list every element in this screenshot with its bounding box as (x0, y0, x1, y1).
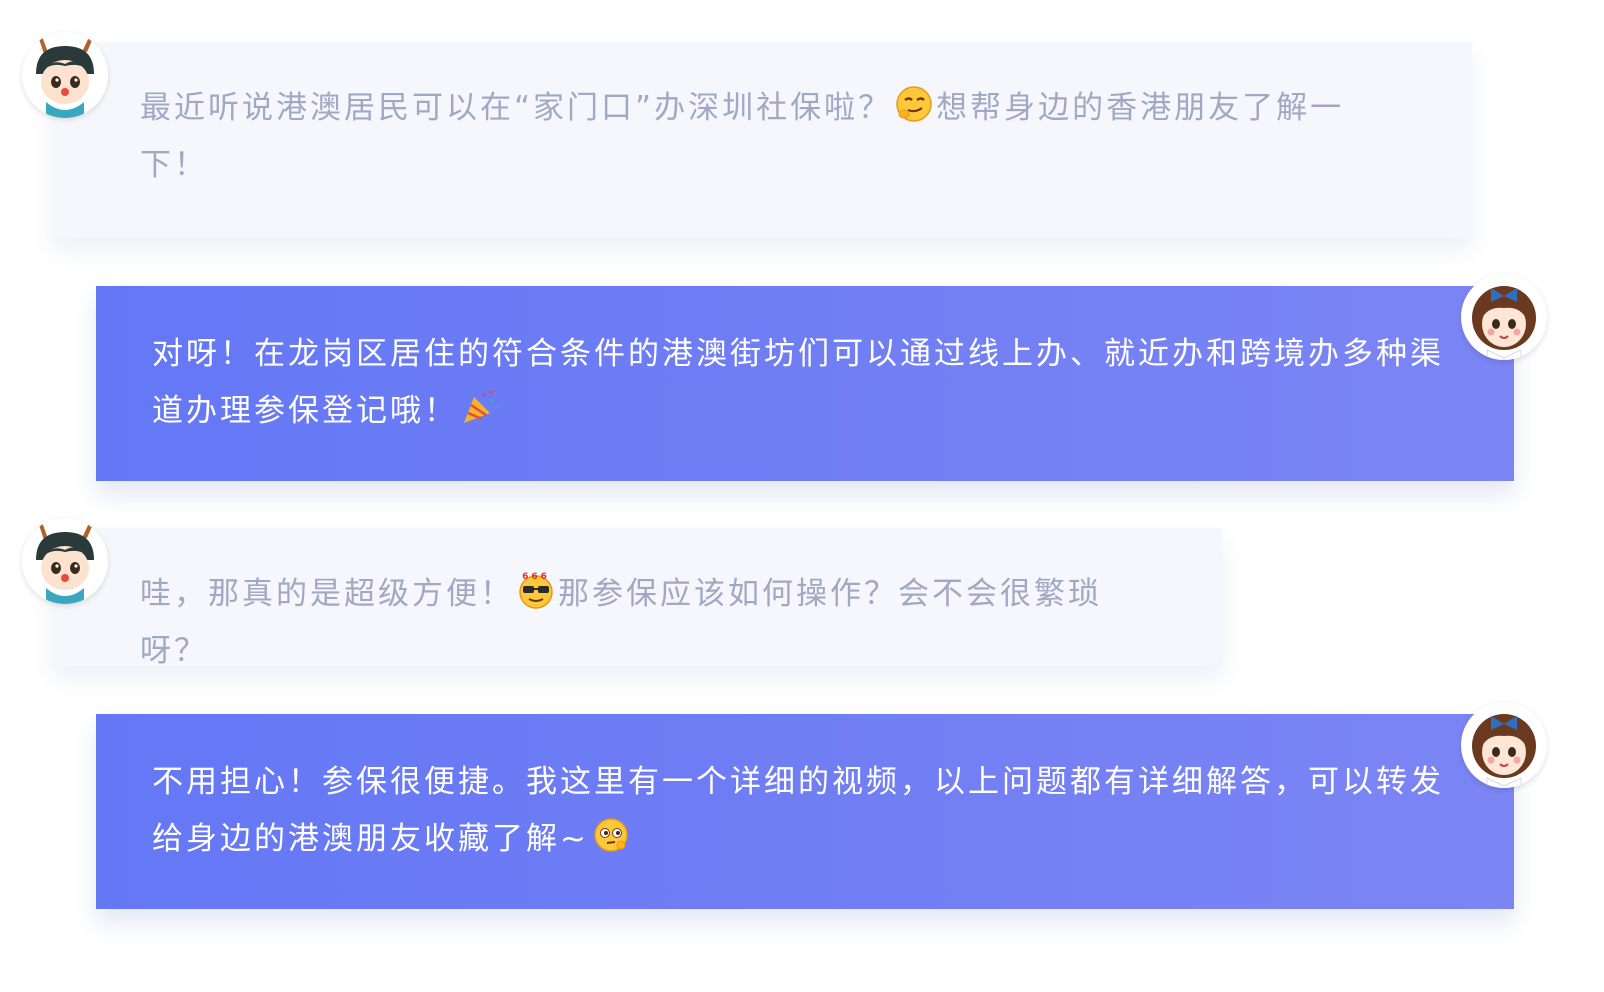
sunglasses-666-emoji-icon (516, 570, 556, 610)
message-bubble-left-2: 哇，那真的是超级方便！ 那参保应该如何操作？会不会很繁琐呀？ (52, 528, 1222, 669)
party-popper-emoji-icon (460, 387, 500, 427)
thinking-face-emoji-icon (591, 815, 631, 855)
message-bubble-right-1: 对呀！在龙岗区居住的符合条件的港澳街坊们可以通过线上办、就近办和跨境办多种渠道办… (96, 286, 1514, 481)
message-text: 不用担心！参保很便捷。我这里有一个详细的视频，以上问题都有详细解答，可以转发给身… (152, 764, 1444, 857)
message-bubble-right-2: 不用担心！参保很便捷。我这里有一个详细的视频，以上问题都有详细解答，可以转发给身… (96, 714, 1514, 909)
message-text: 对呀！在龙岗区居住的符合条件的港澳街坊们可以通过线上办、就近办和跨境办多种渠道办… (152, 336, 1444, 429)
girl-bow-avatar-icon (1461, 702, 1547, 788)
girl-bow-avatar-icon (1461, 274, 1547, 360)
message-text: 哇，那真的是超级方便！ (140, 576, 514, 612)
deer-boy-avatar-icon (22, 32, 108, 118)
message-bubble-left-1: 最近听说港澳居民可以在“家门口”办深圳社保啦？ 想帮身边的香港朋友了解一下！ (52, 42, 1472, 238)
deer-boy-avatar-icon (22, 518, 108, 604)
sly-smirk-emoji-icon (894, 84, 934, 124)
message-text: 最近听说港澳居民可以在“家门口”办深圳社保啦？ (140, 90, 893, 126)
